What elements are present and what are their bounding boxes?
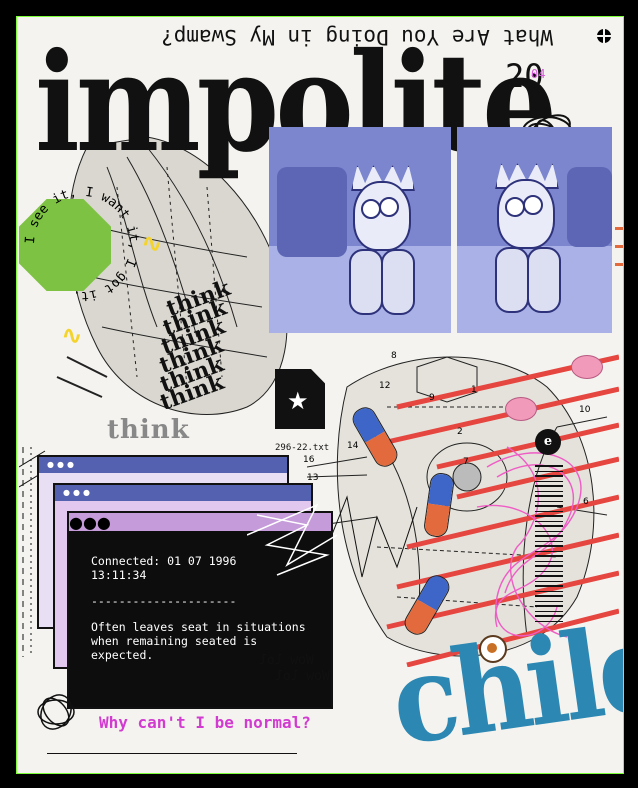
star-icon: ★ <box>287 387 309 415</box>
window-dots-icon: ●●● <box>63 488 93 497</box>
window-dots-icon: ●●● <box>47 460 77 469</box>
barcode-icon <box>535 465 563 625</box>
edge-mark <box>615 245 623 248</box>
terminal-connected: Connected: 01 07 1996 <box>91 554 237 568</box>
label-13: 13 <box>307 473 319 483</box>
label-12: 12 <box>379 381 391 391</box>
squiggle-icon: ∿ <box>141 229 163 259</box>
label-7: 7 <box>463 457 469 467</box>
svg-text:I see it, I want it, I got it.: I see it, I want it, I got it. <box>23 185 141 303</box>
mirror-text-1: Wow lol <box>259 653 314 668</box>
child-word: child <box>383 596 624 773</box>
label-8: 8 <box>391 351 397 361</box>
label-16: 16 <box>303 455 315 465</box>
collage-page: What Are You Doing in My Swamp? impolite… <box>16 16 624 774</box>
terminal-time: 13:11:34 <box>91 568 147 582</box>
zigzag-lines <box>247 503 338 576</box>
terminal-divider: --------------------- <box>91 594 237 608</box>
window-dots-icon: ●●● <box>69 513 111 532</box>
footer-line <box>47 753 297 754</box>
label-1: 1 <box>471 385 477 395</box>
mirror-text-2: Wow lol <box>275 669 330 684</box>
brain-icon <box>571 355 603 379</box>
crosshair-icon <box>597 29 611 43</box>
brain-icon <box>505 397 537 421</box>
circular-caption: I see it, I want it, I got it. <box>23 185 141 303</box>
label-2: 2 <box>457 427 463 437</box>
label-6: 6 <box>583 497 589 507</box>
squiggle-icon: ∿ <box>61 321 83 351</box>
label-10: 10 <box>579 405 591 415</box>
edge-mark <box>615 263 623 266</box>
scribble-icon <box>37 694 75 730</box>
circle-e-icon: e <box>535 429 561 455</box>
label-9: 9 <box>429 393 435 403</box>
issue-sub-number: 04 <box>531 67 546 81</box>
cartoon-frame-2 <box>457 127 612 333</box>
think-shadow-text: think <box>107 415 190 445</box>
label-14: 14 <box>347 441 359 451</box>
edge-mark <box>615 227 623 230</box>
footer-question: Why can't I be normal? <box>99 713 311 732</box>
